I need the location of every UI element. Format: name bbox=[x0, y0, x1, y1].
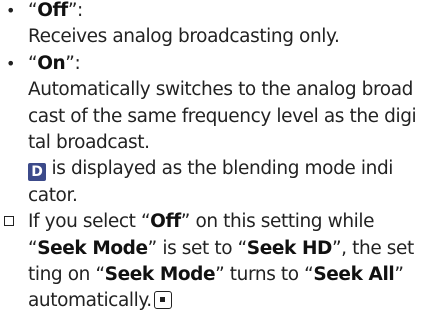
note-line-1: If you select “Off” on this setting whil… bbox=[0, 209, 427, 235]
note-seek-all-label: Seek All bbox=[313, 263, 395, 285]
blending-indicator-line-1: D is displayed as the blending mode indi bbox=[0, 156, 427, 182]
option-heading-off: “Off”: bbox=[28, 0, 83, 21]
manual-text-section: • “Off”: Receives analog broadcasting on… bbox=[0, 0, 427, 315]
blending-mode-d-icon: D bbox=[28, 163, 46, 182]
option-description-on-line-3: tal broadcast. bbox=[28, 131, 150, 153]
option-description-off: Receives analog broadcasting only. bbox=[28, 26, 340, 48]
note-off-label: Off bbox=[150, 211, 181, 233]
blending-indicator-line-2: cator. bbox=[28, 184, 78, 206]
bullet: • bbox=[6, 1, 16, 20]
note-seek-mode-label-2: Seek Mode bbox=[104, 263, 216, 285]
note-seek-mode-label: Seek Mode bbox=[37, 237, 148, 259]
option-label-on: On bbox=[37, 52, 66, 74]
option-label-off: Off bbox=[37, 0, 68, 21]
option-heading-on: “On”: bbox=[28, 52, 81, 74]
note-seek-hd-label: Seek HD bbox=[246, 237, 333, 259]
option-description-on-line-1: Automatically switches to the analog bro… bbox=[28, 79, 413, 101]
list-item-off: • “Off”: bbox=[0, 0, 427, 24]
end-of-section-icon bbox=[153, 291, 172, 310]
note-checkbox-icon bbox=[4, 216, 14, 227]
option-description-on-line-2: cast of the same frequency level as the … bbox=[28, 105, 417, 127]
bullet: • bbox=[6, 53, 16, 73]
list-item-on: • “On”: bbox=[0, 51, 427, 77]
note-line-4: automatically. bbox=[0, 288, 427, 314]
note-line-3: ting on “Seek Mode” turns to “Seek All” bbox=[28, 263, 404, 285]
note-line-2: “Seek Mode” is set to “Seek HD”, the set bbox=[28, 237, 414, 259]
